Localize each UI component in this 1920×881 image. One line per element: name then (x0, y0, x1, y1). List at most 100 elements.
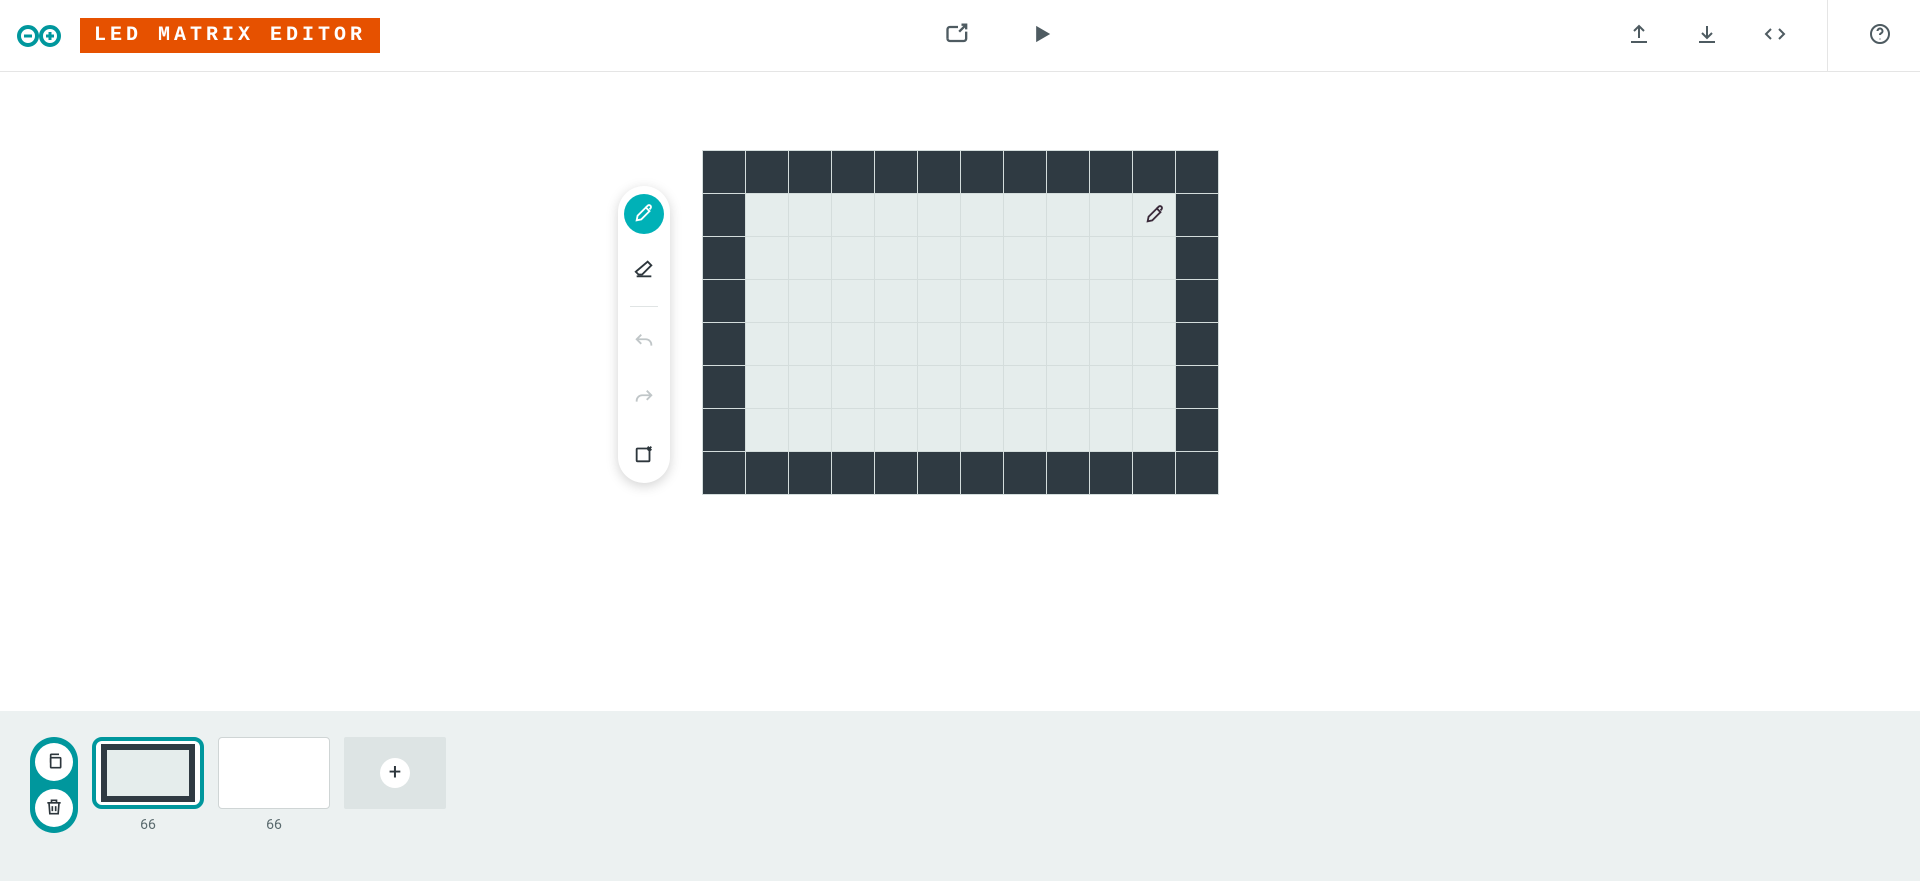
led-cell[interactable] (703, 366, 745, 408)
led-cell[interactable] (875, 452, 917, 494)
led-cell[interactable] (832, 194, 874, 236)
eraser-tool[interactable] (624, 250, 664, 290)
led-cell[interactable] (1090, 409, 1132, 451)
led-cell[interactable] (789, 237, 831, 279)
led-cell[interactable] (1047, 452, 1089, 494)
led-cell[interactable] (1176, 452, 1218, 494)
led-cell[interactable] (875, 151, 917, 193)
led-cell[interactable] (875, 194, 917, 236)
led-cell[interactable] (832, 366, 874, 408)
led-cell[interactable] (1176, 280, 1218, 322)
brush-tool[interactable] (624, 194, 664, 234)
led-cell[interactable] (918, 452, 960, 494)
led-cell[interactable] (1133, 194, 1175, 236)
led-cell[interactable] (703, 194, 745, 236)
led-cell[interactable] (746, 452, 788, 494)
led-cell[interactable] (1047, 323, 1089, 365)
led-cell[interactable] (703, 237, 745, 279)
led-cell[interactable] (1133, 237, 1175, 279)
duplicate-frame-button[interactable] (35, 743, 73, 781)
play-button[interactable] (1020, 12, 1064, 59)
led-cell[interactable] (1004, 323, 1046, 365)
redo-tool[interactable] (624, 379, 664, 419)
led-cell[interactable] (746, 366, 788, 408)
led-cell[interactable] (1047, 237, 1089, 279)
delete-frame-button[interactable] (35, 789, 73, 827)
led-cell[interactable] (961, 323, 1003, 365)
led-cell[interactable] (1090, 194, 1132, 236)
led-cell[interactable] (746, 237, 788, 279)
led-cell[interactable] (832, 237, 874, 279)
led-cell[interactable] (918, 151, 960, 193)
led-cell[interactable] (1004, 151, 1046, 193)
led-cell[interactable] (961, 452, 1003, 494)
led-cell[interactable] (1090, 452, 1132, 494)
led-cell[interactable] (703, 280, 745, 322)
led-cell[interactable] (789, 151, 831, 193)
led-cell[interactable] (918, 194, 960, 236)
led-cell[interactable] (1133, 151, 1175, 193)
led-cell[interactable] (918, 280, 960, 322)
led-cell[interactable] (1090, 280, 1132, 322)
led-cell[interactable] (1047, 280, 1089, 322)
led-cell[interactable] (789, 194, 831, 236)
led-cell[interactable] (1176, 366, 1218, 408)
led-cell[interactable] (875, 280, 917, 322)
led-cell[interactable] (1176, 409, 1218, 451)
led-cell[interactable] (832, 452, 874, 494)
led-cell[interactable] (832, 280, 874, 322)
led-cell[interactable] (1047, 151, 1089, 193)
help-button[interactable] (1860, 14, 1900, 57)
led-cell[interactable] (789, 452, 831, 494)
code-button[interactable] (1755, 14, 1795, 57)
clear-tool[interactable] (624, 435, 664, 475)
led-cell[interactable] (1047, 194, 1089, 236)
led-cell[interactable] (703, 151, 745, 193)
led-cell[interactable] (1133, 280, 1175, 322)
led-cell[interactable] (703, 323, 745, 365)
add-frame-button[interactable]: + (344, 737, 446, 809)
led-cell[interactable] (918, 366, 960, 408)
led-cell[interactable] (1133, 323, 1175, 365)
led-cell[interactable] (1004, 280, 1046, 322)
led-cell[interactable] (832, 323, 874, 365)
led-cell[interactable] (1176, 237, 1218, 279)
upload-button[interactable] (1619, 14, 1659, 57)
download-button[interactable] (1687, 14, 1727, 57)
frame-item[interactable]: 66 (218, 737, 330, 833)
led-cell[interactable] (789, 366, 831, 408)
led-cell[interactable] (1004, 366, 1046, 408)
undo-tool[interactable] (624, 323, 664, 363)
led-cell[interactable] (832, 409, 874, 451)
led-cell[interactable] (703, 409, 745, 451)
led-cell[interactable] (1090, 366, 1132, 408)
led-cell[interactable] (961, 409, 1003, 451)
led-cell[interactable] (1176, 151, 1218, 193)
led-cell[interactable] (1176, 323, 1218, 365)
led-cell[interactable] (746, 280, 788, 322)
led-cell[interactable] (1004, 409, 1046, 451)
led-cell[interactable] (1004, 237, 1046, 279)
led-cell[interactable] (875, 323, 917, 365)
led-cell[interactable] (1133, 452, 1175, 494)
led-cell[interactable] (1090, 237, 1132, 279)
led-cell[interactable] (1047, 366, 1089, 408)
led-cell[interactable] (832, 151, 874, 193)
export-device-button[interactable] (936, 12, 980, 59)
led-cell[interactable] (746, 409, 788, 451)
led-cell[interactable] (918, 237, 960, 279)
frame-thumbnail[interactable] (92, 737, 204, 809)
led-cell[interactable] (875, 366, 917, 408)
led-cell[interactable] (961, 366, 1003, 408)
led-matrix-grid[interactable] (702, 150, 1219, 495)
led-cell[interactable] (961, 237, 1003, 279)
led-cell[interactable] (703, 452, 745, 494)
led-cell[interactable] (789, 280, 831, 322)
led-cell[interactable] (1176, 194, 1218, 236)
led-cell[interactable] (1047, 409, 1089, 451)
led-cell[interactable] (961, 280, 1003, 322)
frame-thumbnail[interactable] (218, 737, 330, 809)
led-cell[interactable] (789, 409, 831, 451)
led-cell[interactable] (746, 151, 788, 193)
led-cell[interactable] (746, 323, 788, 365)
